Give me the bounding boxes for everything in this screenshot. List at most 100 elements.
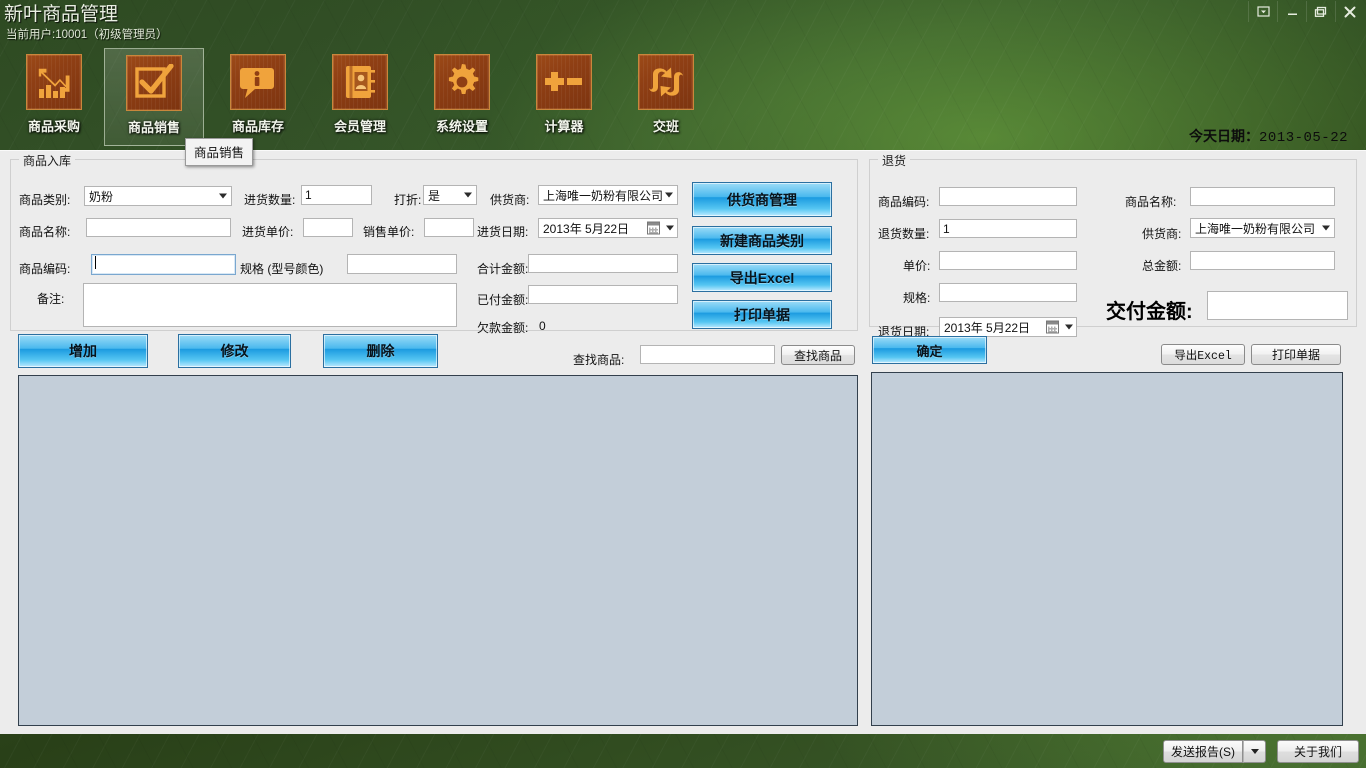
minimize-icon[interactable] [1277, 1, 1306, 22]
toolbar-item-settings[interactable]: 系统设置 [412, 48, 512, 146]
delete-button[interactable]: 删除 [323, 334, 438, 368]
product-code-input[interactable] [91, 254, 236, 275]
shift-swap-icon [638, 54, 694, 110]
total-amount-input[interactable] [528, 254, 678, 273]
return-date-value: 2013年 5月22日 [944, 320, 1031, 335]
paid-amount-input[interactable] [528, 285, 678, 304]
return-supplier-value: 上海唯一奶粉有限公司 [1195, 221, 1316, 236]
toolbar-item-shift[interactable]: 交班 [616, 48, 716, 146]
spec-input[interactable] [347, 254, 457, 274]
category-label: 商品类别: [19, 193, 71, 207]
return-print-button[interactable]: 打印单据 [1251, 344, 1341, 365]
toolbar-item-purchase[interactable]: 商品采购 [4, 48, 104, 146]
debt-amount-value: 0 [539, 319, 546, 333]
purchase-date-label: 进货日期: [477, 225, 529, 239]
return-supplier-select[interactable]: 上海唯一奶粉有限公司 [1190, 218, 1335, 238]
return-price-label: 单价: [903, 259, 931, 273]
note-textarea[interactable] [83, 283, 457, 327]
toolbar-label: 会员管理 [333, 119, 386, 134]
supplier-value: 上海唯一奶粉有限公司 [543, 188, 664, 203]
plus-minus-icon [536, 54, 592, 110]
toolbar-item-members[interactable]: 会员管理 [310, 48, 410, 146]
search-product-input[interactable] [640, 345, 775, 364]
print-document-button[interactable]: 打印单据 [692, 300, 832, 329]
address-book-icon [332, 54, 388, 110]
return-export-excel-button[interactable]: 导出Excel [1161, 344, 1245, 365]
toolbar-item-sales[interactable]: 商品销售 [104, 48, 204, 146]
chevron-down-icon [666, 225, 674, 231]
supplier-select[interactable]: 上海唯一奶粉有限公司 [538, 185, 678, 205]
edit-button[interactable]: 修改 [178, 334, 291, 368]
supplier-label: 供货商: [490, 193, 530, 207]
return-name-input[interactable] [1190, 187, 1335, 206]
toolbar-label: 计算器 [544, 119, 584, 134]
chevron-down-icon [1250, 749, 1259, 754]
return-spec-input[interactable] [939, 283, 1077, 302]
toolbar-tooltip: 商品销售 [185, 138, 254, 166]
checkbox-check-icon [126, 55, 182, 111]
stock-in-list[interactable] [18, 375, 858, 726]
send-report-button[interactable]: 发送报告(S) [1163, 740, 1243, 763]
supplier-management-button[interactable]: 供货商管理 [692, 182, 832, 217]
close-icon[interactable] [1335, 1, 1364, 22]
toolbar-label: 商品库存 [231, 119, 284, 134]
toolbar-label: 商品销售 [127, 120, 180, 135]
return-confirm-button[interactable]: 确定 [872, 336, 987, 364]
export-excel-button[interactable]: 导出Excel [692, 263, 832, 292]
search-product-button[interactable]: 查找商品 [781, 345, 855, 365]
return-qty-input[interactable] [939, 219, 1077, 238]
today-date: 今天日期：2013-05-22 [1189, 126, 1348, 146]
send-report-dropdown-button[interactable] [1243, 740, 1266, 763]
return-date-picker[interactable]: 2013年 5月22日 [939, 317, 1077, 337]
returns-group-title: 退货 [878, 152, 911, 169]
restore-down-icon[interactable] [1248, 1, 1277, 22]
return-name-label: 商品名称: [1125, 195, 1177, 209]
add-button[interactable]: 增加 [18, 334, 148, 368]
chevron-down-icon [464, 192, 472, 198]
return-total-label: 总金额: [1142, 259, 1182, 273]
total-amount-label: 合计金额: [477, 262, 529, 276]
return-qty-label: 退货数量: [878, 227, 930, 241]
about-us-button[interactable]: 关于我们 [1277, 740, 1359, 763]
status-bar: 发送报告(S) 关于我们 [0, 734, 1366, 768]
calendar-icon [1046, 320, 1059, 334]
calendar-icon [647, 221, 660, 235]
maximize-icon[interactable] [1306, 1, 1335, 22]
toolbar-item-inventory[interactable]: 商品库存 [208, 48, 308, 146]
returns-list[interactable] [871, 372, 1343, 726]
title-bar: 新叶商品管理 [0, 0, 1366, 25]
payment-amount-input[interactable] [1207, 291, 1348, 320]
spec-label: 规格 (型号颜色) [240, 262, 324, 276]
discount-label: 打折: [394, 193, 422, 207]
discount-select[interactable]: 是 [423, 185, 477, 205]
window-title: 新叶商品管理 [4, 4, 119, 25]
chevron-down-icon [219, 193, 227, 199]
return-price-input[interactable] [939, 251, 1077, 270]
qty-label: 进货数量: [244, 193, 296, 207]
sale-price-input[interactable] [424, 218, 474, 237]
purchase-price-input[interactable] [303, 218, 353, 237]
return-code-input[interactable] [939, 187, 1077, 206]
stock-in-group-title: 商品入库 [19, 152, 76, 169]
new-category-button[interactable]: 新建商品类别 [692, 226, 832, 255]
text-caret [95, 256, 96, 269]
debt-amount-label: 欠款金额: [477, 321, 529, 335]
purchase-date-picker[interactable]: 2013年 5月22日 [538, 218, 678, 238]
qty-input[interactable] [301, 185, 372, 205]
payment-amount-label: 交付金额: [1106, 301, 1193, 323]
product-name-label: 商品名称: [19, 225, 71, 239]
stock-in-group: 商品入库 商品类别: 奶粉 进货数量: 打折: 是 供货商: 上海唯一奶粉有限公… [10, 152, 858, 335]
return-total-input[interactable] [1190, 251, 1335, 270]
purchase-price-label: 进货单价: [242, 225, 294, 239]
chevron-down-icon [1322, 225, 1330, 231]
toolbar-label: 系统设置 [435, 119, 488, 134]
current-user-label: 当前用户:10001（初级管理员） [6, 29, 168, 41]
send-report-label: 发送报告(S) [1171, 745, 1235, 759]
paid-amount-label: 已付金额: [477, 293, 529, 307]
client-area: 商品入库 商品类别: 奶粉 进货数量: 打折: 是 供货商: 上海唯一奶粉有限公… [0, 150, 1366, 734]
product-name-input[interactable] [86, 218, 231, 237]
toolbar-item-calculator[interactable]: 计算器 [514, 48, 614, 146]
toolbar-label: 商品采购 [27, 119, 80, 134]
category-select[interactable]: 奶粉 [84, 186, 232, 206]
chart-down-icon [26, 54, 82, 110]
